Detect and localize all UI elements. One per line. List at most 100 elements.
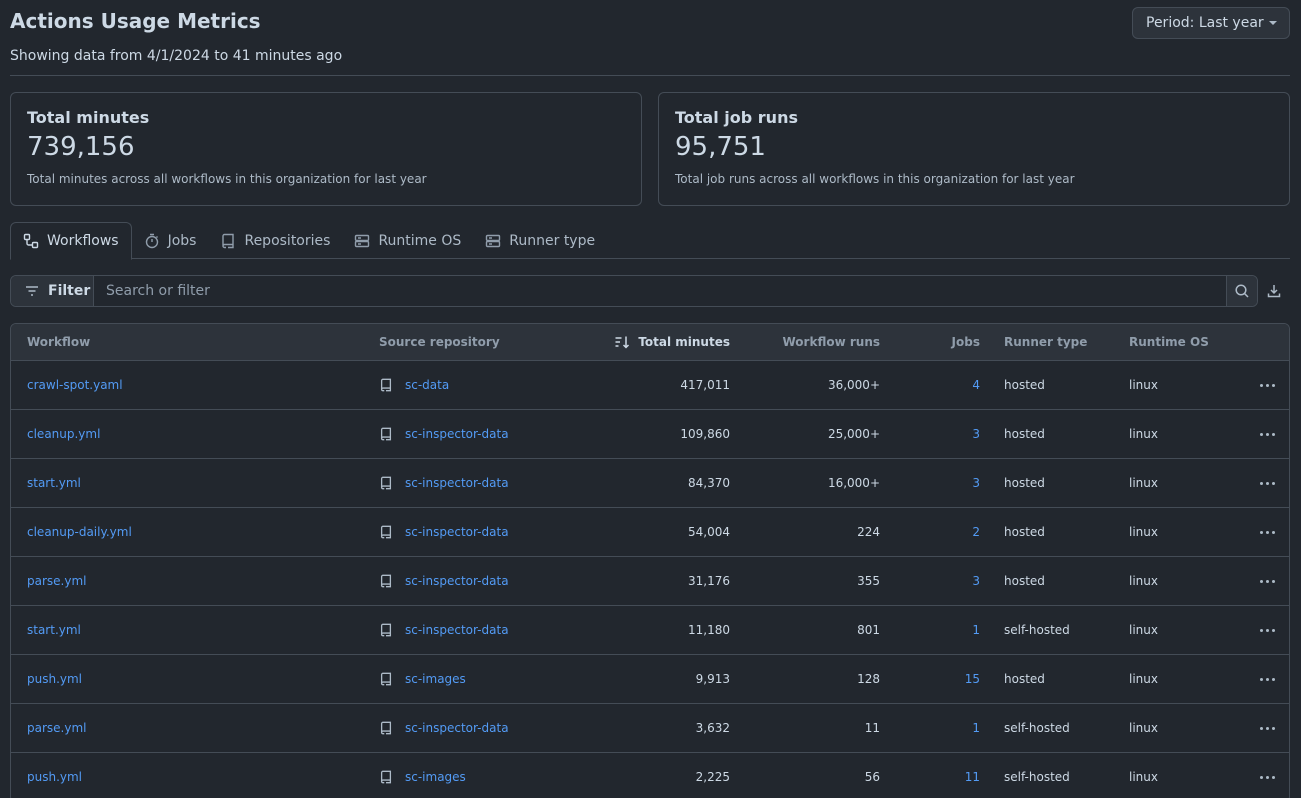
jobs-link[interactable]: 1	[972, 623, 980, 637]
repo-icon	[379, 427, 393, 441]
repo-link[interactable]: sc-data	[405, 378, 449, 392]
workflow-runs-value: 16,000+	[827, 476, 880, 490]
sort-descending-icon	[614, 334, 630, 350]
workflow-runs-value: 56	[864, 770, 880, 784]
table-row: start.yml sc-inspector-data 84,370 16,00…	[11, 459, 1289, 508]
runner-type-value: self-hosted	[1004, 623, 1070, 637]
header-workflow[interactable]: Workflow	[27, 324, 90, 360]
repo-link[interactable]: sc-inspector-data	[405, 525, 509, 539]
download-icon	[1267, 285, 1281, 298]
repo-icon	[379, 574, 393, 588]
search-icon	[1235, 284, 1249, 298]
total-minutes-value: 417,011	[680, 378, 730, 392]
search-button[interactable]	[1226, 276, 1257, 306]
filter-button[interactable]: Filter	[11, 276, 94, 306]
total-minutes-value: 9,913	[695, 672, 730, 686]
total-minutes-value: 11,180	[688, 623, 730, 637]
kebab-menu-icon[interactable]	[1260, 579, 1275, 583]
tab-repositories[interactable]: Repositories	[208, 222, 342, 259]
repo-icon	[379, 721, 393, 735]
header-runtime-os[interactable]: Runtime OS	[1129, 324, 1209, 360]
kebab-menu-icon[interactable]	[1260, 432, 1275, 436]
jobs-link[interactable]: 2	[972, 525, 980, 539]
header-runner-type[interactable]: Runner type	[1004, 324, 1087, 360]
runtime-os-value: linux	[1129, 623, 1158, 637]
kebab-menu-icon[interactable]	[1260, 628, 1275, 632]
kebab-menu-icon[interactable]	[1260, 481, 1275, 485]
workflow-link[interactable]: crawl-spot.yaml	[27, 378, 123, 392]
period-label: Period: Last year	[1146, 15, 1264, 31]
workflow-link[interactable]: start.yml	[27, 623, 81, 637]
workflow-runs-value: 36,000+	[827, 378, 880, 392]
tab-runtime-os[interactable]: Runtime OS	[342, 222, 473, 259]
total-minutes-value: 109,860	[680, 427, 730, 441]
tab-jobs[interactable]: Jobs	[132, 222, 209, 259]
kebab-menu-icon[interactable]	[1260, 726, 1275, 730]
workflow-runs-value: 224	[857, 525, 880, 539]
total-minutes-value: 2,225	[695, 770, 730, 784]
repo-link[interactable]: sc-inspector-data	[405, 721, 509, 735]
jobs-link[interactable]: 1	[972, 721, 980, 735]
table-row: parse.yml sc-inspector-data 31,176 355 3…	[11, 557, 1289, 606]
runner-type-value: hosted	[1004, 525, 1045, 539]
workflow-runs-value: 11	[864, 721, 880, 735]
workflow-link[interactable]: parse.yml	[27, 721, 86, 735]
jobs-link[interactable]: 11	[965, 770, 980, 784]
repo-link[interactable]: sc-inspector-data	[405, 623, 509, 637]
date-range-subtitle: Showing data from 4/1/2024 to 41 minutes…	[10, 48, 343, 64]
header-jobs[interactable]: Jobs	[952, 324, 980, 360]
repo-link[interactable]: sc-inspector-data	[405, 574, 509, 588]
jobs-link[interactable]: 3	[972, 427, 980, 441]
period-dropdown[interactable]: Period: Last year	[1132, 7, 1290, 39]
tab-label: Runtime OS	[378, 232, 462, 249]
repo-icon	[222, 233, 235, 248]
runner-type-value: self-hosted	[1004, 770, 1070, 784]
card-title: Total minutes	[27, 108, 150, 127]
header-source-repository[interactable]: Source repository	[379, 324, 500, 360]
workflow-link[interactable]: push.yml	[27, 770, 82, 784]
header-workflow-runs[interactable]: Workflow runs	[783, 324, 881, 360]
table-row: cleanup.yml sc-inspector-data 109,860 25…	[11, 410, 1289, 459]
runner-type-value: hosted	[1004, 476, 1045, 490]
table-row: push.yml sc-images 9,913 128 15 hosted l…	[11, 655, 1289, 704]
runner-type-value: hosted	[1004, 378, 1045, 392]
header-total-minutes[interactable]: Total minutes	[614, 324, 730, 360]
caret-down-icon	[1269, 21, 1277, 25]
kebab-menu-icon[interactable]	[1260, 775, 1275, 779]
repo-link[interactable]: sc-images	[405, 770, 466, 784]
card-value: 95,751	[675, 132, 766, 162]
header-divider	[10, 75, 1290, 76]
server-icon	[355, 234, 370, 247]
workflow-link[interactable]: start.yml	[27, 476, 81, 490]
tab-runner-type[interactable]: Runner type	[473, 222, 607, 259]
download-button[interactable]	[1266, 283, 1284, 301]
repo-link[interactable]: sc-inspector-data	[405, 427, 509, 441]
search-input[interactable]	[94, 276, 1226, 306]
repo-icon	[379, 476, 393, 490]
tab-label: Jobs	[167, 232, 197, 249]
workflow-link[interactable]: parse.yml	[27, 574, 86, 588]
card-value: 739,156	[27, 132, 135, 162]
kebab-menu-icon[interactable]	[1260, 677, 1275, 681]
table-row: push.yml sc-images 2,225 56 11 self-host…	[11, 753, 1289, 798]
jobs-link[interactable]: 4	[972, 378, 980, 392]
workflow-link[interactable]: cleanup-daily.yml	[27, 525, 132, 539]
repo-icon	[379, 623, 393, 637]
jobs-link[interactable]: 15	[965, 672, 980, 686]
table-row: cleanup-daily.yml sc-inspector-data 54,0…	[11, 508, 1289, 557]
repo-link[interactable]: sc-inspector-data	[405, 476, 509, 490]
total-minutes-value: 31,176	[688, 574, 730, 588]
table-row: crawl-spot.yaml sc-data 417,011 36,000+ …	[11, 361, 1289, 410]
tab-label: Repositories	[244, 232, 331, 249]
card-title: Total job runs	[675, 108, 798, 127]
kebab-menu-icon[interactable]	[1260, 530, 1275, 534]
repo-icon	[379, 770, 393, 784]
workflow-link[interactable]: cleanup.yml	[27, 427, 100, 441]
repo-link[interactable]: sc-images	[405, 672, 466, 686]
runtime-os-value: linux	[1129, 672, 1158, 686]
jobs-link[interactable]: 3	[972, 574, 980, 588]
jobs-link[interactable]: 3	[972, 476, 980, 490]
tab-workflows[interactable]: Workflows	[10, 222, 132, 260]
workflow-link[interactable]: push.yml	[27, 672, 82, 686]
kebab-menu-icon[interactable]	[1260, 383, 1275, 387]
